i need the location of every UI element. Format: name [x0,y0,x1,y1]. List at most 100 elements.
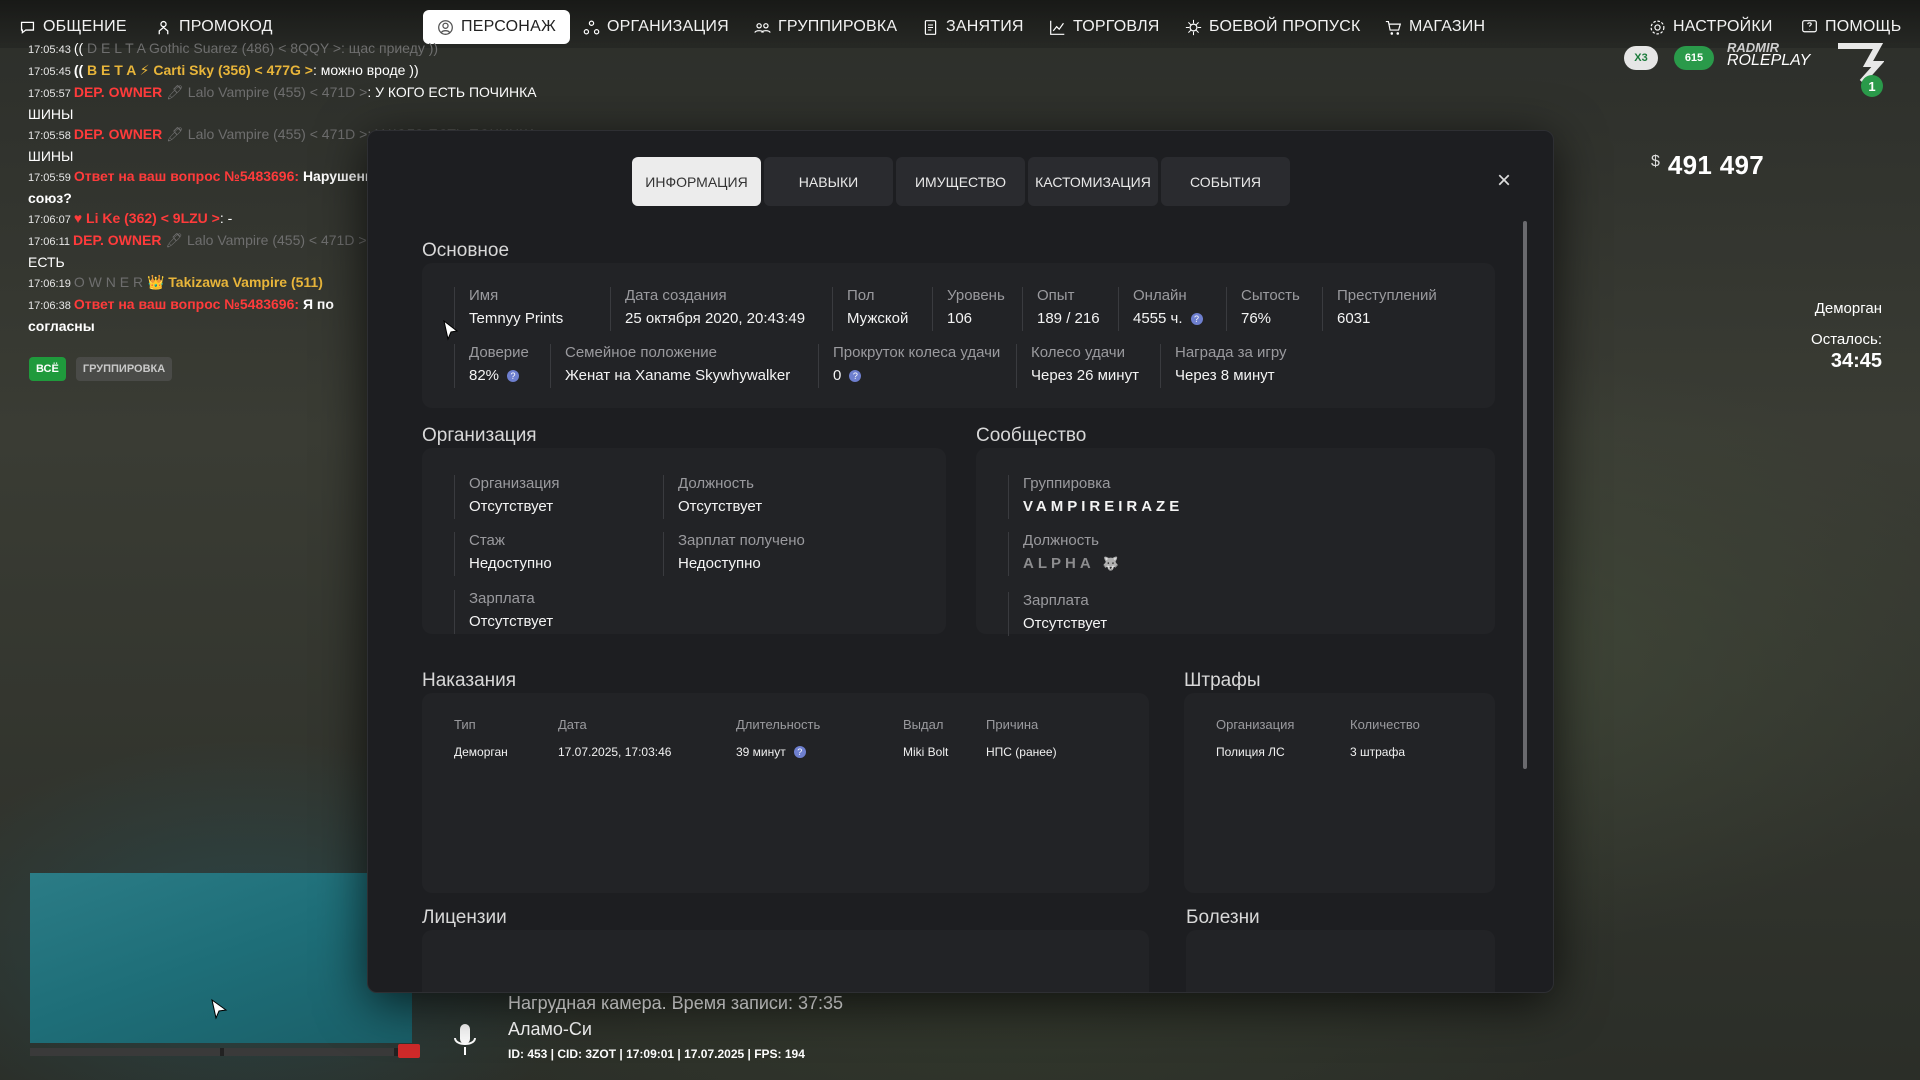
field-label: Уровень [947,287,1005,304]
jail-remaining-time: 34:45 [1830,350,1882,372]
svg-text:1: 1 [1868,79,1875,94]
nav-group[interactable]: ГРУППИРОВКА [745,10,906,44]
chat-icon [20,21,35,34]
money-amount: 491 497 [1667,150,1764,180]
field-group: Группировка VAMPIREIRAZE [1008,475,1183,519]
field-group-position: Должность ALPHA 🐺 [1008,532,1119,576]
chat-text: Ответ на ваш вопрос №5483696: [73,168,303,184]
info-icon[interactable]: ? [1190,312,1203,325]
field-exp: Опыт 189 / 216 [1022,287,1100,331]
person-icon [438,19,453,35]
field-org-paid: Зарплат получено Недоступно [663,532,805,576]
chat-timestamp: 17:06:11 [28,236,71,248]
close-icon[interactable]: × [1497,167,1511,195]
nav-settings-label: НАСТРОЙКИ [1673,18,1773,35]
tab-skills[interactable]: НАВЫКИ [764,157,893,206]
minimap [30,873,412,1043]
section-diseases-title: Болезни [1186,907,1260,928]
chat-text: согласны [28,318,95,334]
diseases-panel [1186,930,1495,992]
jail-remaining-label: Осталось: [1811,331,1882,348]
nav-chat-label: ОБЩЕНИЕ [43,18,127,35]
field-value: ALPHA 🐺 [1023,555,1119,572]
field-value: Через 26 минут [1031,367,1139,384]
table-cell: Полиция ЛС [1216,745,1285,759]
field-label: Имя [469,287,499,304]
table-cell: НПС (ранее) [986,745,1057,759]
table-cell: 39 минут? [736,745,806,759]
chat-line: 17:05:57 DEP. OWNER 🖊 Lalo Vampire (455) … [28,82,628,104]
section-licenses-title: Лицензии [422,907,507,928]
field-label: Зарплата [469,590,535,607]
jail-timer: Деморган Осталось: 34:45 [1811,300,1882,373]
field-org: Организация Отсутствует [454,475,559,519]
field-value: Temnyy Prints [469,310,564,327]
chat-text: B E T A ⚡ Carti Sky (356) < 477G > [87,62,313,78]
field-org-position: Должность Отсутствует [663,475,762,519]
field-marital: Семейное положение Женат на Xaname Skywh… [550,344,790,388]
field-value: Недоступно [678,555,761,572]
field-value: Женат на Xaname Skywhywalker [565,367,791,384]
chat-filter-all[interactable]: ВСЁ [29,357,66,381]
chat-text: (( [73,40,88,56]
chat-text: (( [73,62,88,78]
chat-filter-group[interactable]: ГРУППИРОВКА [75,357,173,381]
field-label: Опыт [1037,287,1075,304]
field-value: 82%? [469,367,529,384]
chat-text: Gothic Suarez (486) < 8QQY >: щас приеду… [145,40,439,56]
info-icon[interactable]: ? [849,369,862,382]
field-value: 6031 [1337,310,1371,327]
field-label: Онлайн [1133,287,1187,304]
chat-line: ШИНЫ [28,104,628,124]
server-logo: X3 615 RADMIR ROLEPLAY 1 [1624,40,1884,110]
nav-shop[interactable]: МАГАЗИН [1376,10,1494,44]
nav-settings[interactable]: НАСТРОЙКИ [1640,10,1782,44]
nav-tasks[interactable]: ЗАНЯТИЯ [913,10,1033,44]
chat-text: 🖊 Lalo Vampire (455) < 471D > [165,232,367,248]
tab-property[interactable]: ИМУЩЕСТВО [896,157,1025,206]
nav-help[interactable]: ПОМОЩЬ [1792,10,1910,44]
field-label: Преступлений [1337,287,1437,304]
chat-text: DEP. OWNER [73,126,167,142]
column-header: Причина [986,717,1039,732]
field-label: Семейное положение [565,344,717,361]
chat-line: 17:05:43(( D E L T A Gothic Suarez (486)… [28,38,628,60]
chat-text: ШИНЫ [28,106,74,122]
tab-info[interactable]: ИНФОРМАЦИЯ [632,157,761,206]
wolf-icon: 🐺 [1102,555,1119,571]
chat-timestamp: 17:05:57 [28,88,71,100]
tab-events[interactable]: СОБЫТИЯ [1161,157,1290,206]
scrollbar[interactable] [1523,221,1527,769]
tab-customization[interactable]: КАСТОМИЗАЦИЯ [1028,157,1158,206]
field-value: Мужской [847,310,909,327]
logo-mark-icon: 1 [1838,43,1884,97]
nav-help-label: ПОМОЩЬ [1825,18,1902,35]
info-icon[interactable]: ? [793,746,806,758]
character-modal: ИНФОРМАЦИЯ НАВЫКИ ИМУЩЕСТВО КАСТОМИЗАЦИЯ… [367,130,1554,993]
field-crimes: Преступлений 6031 [1322,287,1437,331]
column-header: Выдал [903,717,944,732]
money-display: $ 491 497 [1651,150,1764,181]
chat-text: O W N E R [73,274,147,290]
chat-timestamp: 17:05:43 [28,44,71,56]
chat-text: Я по [302,296,334,312]
column-header: Тип [454,717,476,732]
hunger-indicator [398,1044,420,1058]
field-gender: Пол Мужской [832,287,908,331]
cart-icon [1385,20,1402,35]
spins-value: 0 [833,367,842,384]
field-label: Зарплата [1023,592,1089,609]
trade-icon [1050,20,1065,35]
nav-battlepass[interactable]: БОЕВОЙ ПРОПУСК [1176,10,1370,44]
table-cell: Деморган [454,745,508,759]
field-label: Прокруток колеса удачи [833,344,1001,361]
field-value: Отсутствует [678,498,763,515]
column-header: Организация [1216,717,1295,732]
info-icon[interactable]: ? [507,369,520,382]
field-value: VAMPIREIRAZE [1023,498,1184,515]
chat-line: 17:05:45(( B E T A ⚡ Carti Sky (356) < 4… [28,60,628,82]
field-value: 106 [947,310,973,327]
nav-trade[interactable]: ТОРГОВЛЯ [1040,10,1169,44]
chat-timestamp: 17:05:58 [28,130,71,142]
armor-segment [224,1048,394,1056]
